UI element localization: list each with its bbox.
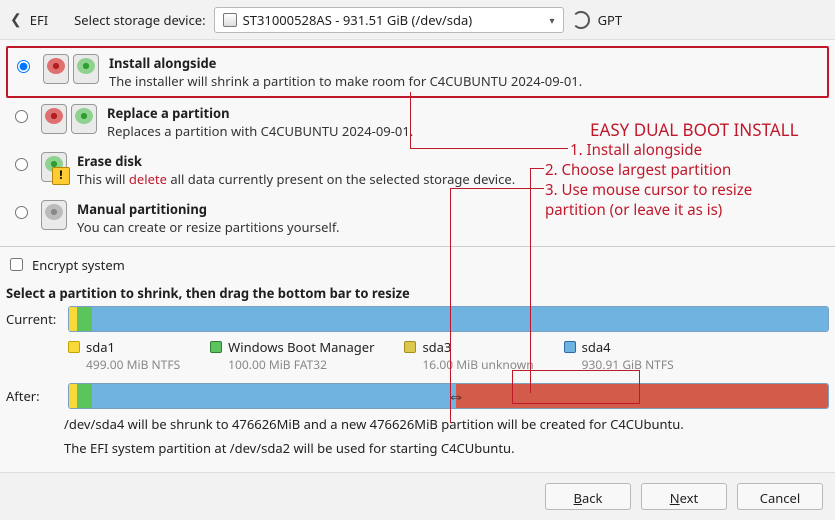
- option-title: Replace a partition: [107, 104, 413, 122]
- option-desc: Replaces a partition with C4CUBUNTU 2024…: [107, 122, 413, 140]
- disk-green-icon: [73, 54, 99, 84]
- select-device-label: Select storage device:: [74, 11, 205, 29]
- option-title: Manual partitioning: [77, 200, 340, 218]
- legend-sda4: sda4 930.91 GiB NTFS: [564, 338, 674, 373]
- cancel-button[interactable]: Cancel: [737, 483, 823, 510]
- after-label: After:: [6, 387, 60, 405]
- back-chevron-icon[interactable]: ❮: [10, 10, 22, 29]
- radio-erase[interactable]: [15, 158, 28, 171]
- option-desc: This will delete all data currently pres…: [77, 170, 515, 188]
- legend-swatch-icon: [210, 341, 222, 353]
- radio-alongside[interactable]: [17, 60, 30, 73]
- anno-step2: 2. Choose largest partition: [545, 160, 731, 180]
- disk-icon: [223, 13, 237, 27]
- refresh-icon[interactable]: [572, 11, 590, 29]
- after-partition-bar[interactable]: ⇔: [68, 383, 829, 409]
- efi-message: The EFI system partition at /dev/sda2 wi…: [0, 435, 835, 459]
- disk-warn-icon: [41, 152, 67, 182]
- back-button[interactable]: Back: [545, 483, 631, 510]
- anno-title: EASY DUAL BOOT INSTALL: [590, 118, 798, 141]
- anno-connector: [450, 188, 451, 423]
- legend-sda3: sda3 16.00 MiB unknown: [404, 338, 533, 373]
- disk-red-icon: [41, 104, 67, 134]
- anno-highlight-box: [512, 370, 640, 404]
- anno-step3b: partition (or leave it as is): [545, 200, 722, 220]
- current-partition-bar[interactable]: [68, 306, 829, 332]
- anno-step1: 1. Install alongside: [570, 140, 702, 160]
- anno-connector: [410, 92, 411, 148]
- radio-replace[interactable]: [15, 110, 28, 123]
- efi-label: EFI: [30, 11, 48, 29]
- encrypt-label: Encrypt system: [32, 256, 125, 274]
- legend-windows-boot: Windows Boot Manager 100.00 MiB FAT32: [210, 338, 374, 373]
- option-title: Erase disk: [77, 152, 515, 170]
- option-title: Install alongside: [109, 54, 582, 72]
- legend-sda1: sda1 499.00 MiB NTFS: [68, 338, 180, 373]
- legend-swatch-icon: [404, 341, 416, 353]
- anno-connector: [530, 168, 531, 393]
- option-install-alongside[interactable]: Install alongside The installer will shr…: [6, 46, 829, 98]
- legend-swatch-icon: [564, 341, 576, 353]
- legend-swatch-icon: [68, 341, 80, 353]
- next-button[interactable]: Next: [641, 483, 727, 510]
- chevron-down-icon: ▾: [550, 13, 555, 27]
- encrypt-checkbox[interactable]: [10, 258, 23, 271]
- anno-connector: [410, 148, 568, 149]
- shrink-message: /dev/sda4 will be shrunk to 476626MiB an…: [0, 411, 835, 435]
- partition-legend: sda1 499.00 MiB NTFS Windows Boot Manage…: [0, 334, 835, 381]
- gpt-label: GPT: [598, 11, 623, 29]
- storage-device-value: ST31000528AS - 931.51 GiB (/dev/sda): [243, 11, 473, 29]
- disk-red-icon: [43, 54, 69, 84]
- radio-manual[interactable]: [15, 206, 28, 219]
- current-label: Current:: [6, 310, 60, 328]
- shrink-heading: Select a partition to shrink, then drag …: [0, 278, 835, 304]
- storage-device-select[interactable]: ST31000528AS - 931.51 GiB (/dev/sda) ▾: [214, 7, 564, 33]
- option-desc: You can create or resize partitions your…: [77, 218, 340, 236]
- anno-step3: 3. Use mouse cursor to resize: [545, 180, 752, 200]
- disk-green-icon: [71, 104, 97, 134]
- disk-icon: [41, 200, 67, 230]
- anno-connector: [530, 168, 544, 169]
- option-desc: The installer will shrink a partition to…: [109, 72, 582, 90]
- anno-connector: [450, 188, 544, 189]
